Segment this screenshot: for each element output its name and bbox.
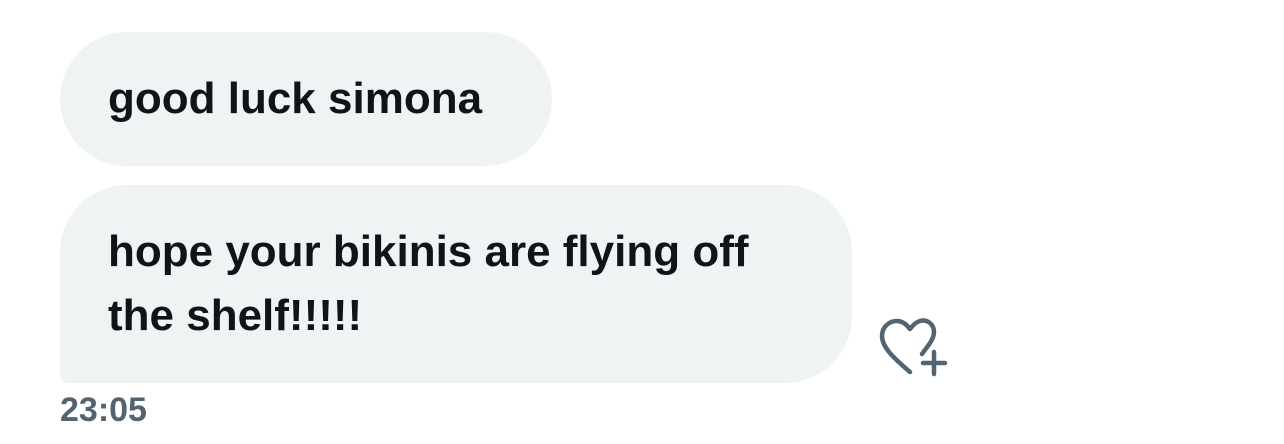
message-timestamp: 23:05	[60, 391, 147, 429]
message-text: good luck simona	[108, 74, 483, 123]
heart-plus-icon	[879, 318, 948, 377]
message-thread: good luck simona hope your bikinis are f…	[0, 0, 1284, 444]
message-bubble[interactable]: good luck simona	[60, 32, 552, 166]
message-text: hope your bikinis are flying off the she…	[108, 227, 749, 340]
add-reaction-button[interactable]	[872, 312, 952, 382]
message-bubble[interactable]: hope your bikinis are flying off the she…	[60, 185, 852, 383]
